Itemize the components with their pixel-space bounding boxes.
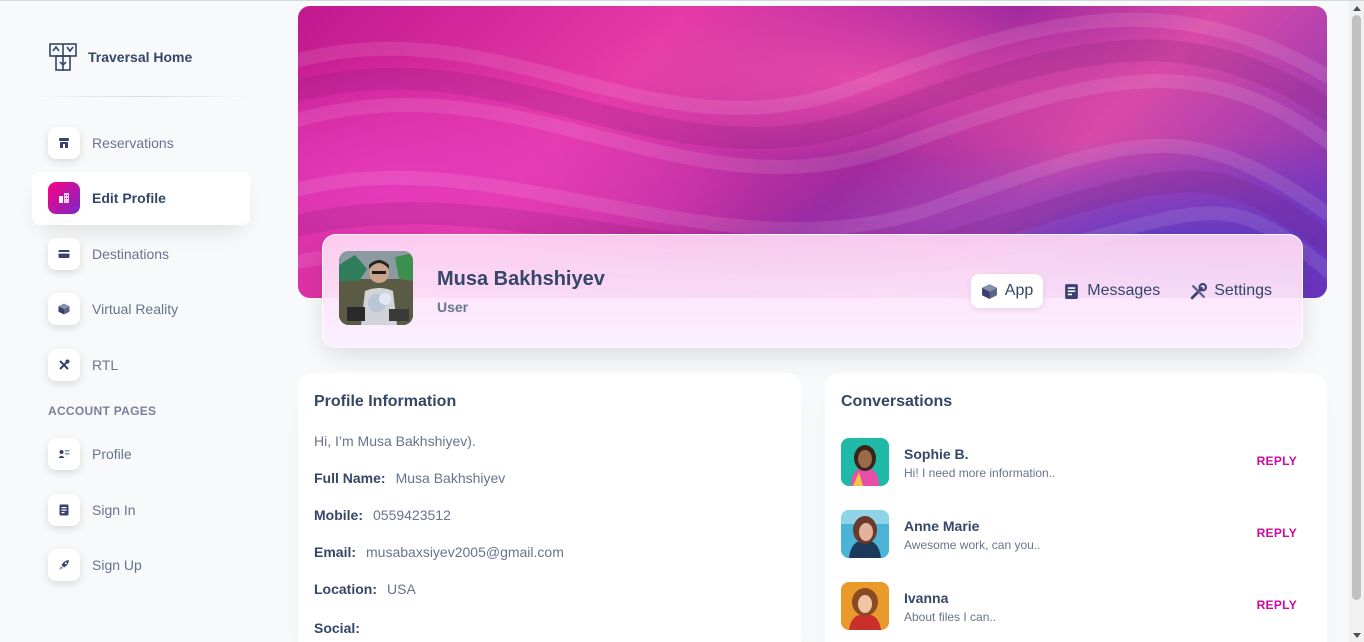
store-icon: [48, 126, 80, 159]
conversation-name: Anne Marie: [904, 518, 980, 534]
profile-information-card: Profile Information Hi, I’m Musa Bakhshi…: [298, 373, 801, 642]
sidebar-item-virtual-reality[interactable]: Virtual Reality: [32, 283, 250, 336]
reply-button[interactable]: REPLY: [1257, 526, 1297, 540]
sidebar-item-label: Virtual Reality: [92, 301, 179, 317]
info-value: 0559423512: [373, 507, 451, 523]
document-icon: [48, 493, 80, 526]
avatar: [841, 438, 889, 486]
sidebar-item-label: Reservations: [92, 134, 174, 151]
scroll-down-arrow-icon[interactable]: [1353, 633, 1361, 638]
info-key: Email:: [314, 544, 357, 560]
info-value: Musa Bakhshiyev: [395, 470, 506, 486]
user-card-icon: [48, 438, 80, 470]
list-item: Sophie B. Hi! I need more information.. …: [841, 438, 1311, 510]
tab-app[interactable]: App: [970, 274, 1044, 308]
conversation-name: Ivanna: [904, 590, 949, 606]
sidebar-nav: Reservations Edit Profile Destinations V…: [32, 116, 250, 594]
sidebar: Traversal Home Reservations Edit Profile…: [0, 1, 280, 642]
sidebar-item-label: Destinations: [92, 245, 170, 262]
info-row-email: Email: musabaxsiyev2005@gmail.com: [314, 544, 785, 581]
scroll-up-arrow-icon[interactable]: [1353, 6, 1361, 11]
list-item: Ivanna About files I can.. REPLY: [841, 582, 1311, 642]
sidebar-item-label: Sign In: [92, 501, 136, 518]
sidebar-section-title: ACCOUNT PAGES: [48, 403, 157, 418]
sidebar-item-edit-profile[interactable]: Edit Profile: [32, 171, 250, 225]
box-icon: [48, 293, 80, 325]
profile-header-card: Musa Bakhshiyev User App Messages Settin…: [322, 234, 1303, 348]
reply-button[interactable]: REPLY: [1257, 454, 1297, 468]
profile-tabs: App Messages Settings: [970, 274, 1282, 308]
home-logo-icon: [49, 43, 77, 71]
sidebar-item-reservations[interactable]: Reservations: [32, 116, 250, 169]
info-value: USA: [387, 581, 416, 597]
info-value: musabaxsiyev2005@gmail.com: [366, 544, 564, 560]
profile-intro: Hi, I’m Musa Bakhshiyev).: [314, 433, 476, 449]
avatar: [841, 582, 889, 630]
tab-messages[interactable]: Messages: [1053, 274, 1170, 308]
card-title: Conversations: [841, 393, 953, 410]
profile-info-body: Hi, I’m Musa Bakhshiyev). Full Name: Musa…: [314, 433, 785, 642]
user-name: Musa Bakhshiyev: [437, 268, 605, 290]
office-icon: [48, 182, 80, 214]
tab-label: App: [1004, 282, 1034, 299]
conversation-list: Sophie B. Hi! I need more information.. …: [841, 438, 1311, 642]
sidebar-item-sign-up[interactable]: Sign Up: [32, 539, 250, 592]
rocket-icon: [48, 549, 80, 581]
sidebar-item-label: Edit Profile: [92, 190, 166, 206]
conversation-message: About files I can..: [904, 610, 997, 624]
tab-label: Settings: [1214, 282, 1272, 299]
sidebar-item-destinations[interactable]: Destinations: [32, 227, 250, 280]
info-key: Mobile:: [314, 507, 363, 523]
document-icon: [1065, 283, 1079, 299]
conversation-message: Awesome work, can you..: [904, 538, 1041, 552]
info-row-location: Location: USA: [314, 581, 785, 618]
avatar: [841, 510, 889, 558]
tab-label: Messages: [1087, 282, 1161, 299]
brand[interactable]: Traversal Home: [48, 41, 192, 73]
user-role: User: [437, 299, 469, 315]
wrench-icon: [1190, 282, 1208, 299]
tools-icon: [48, 348, 80, 381]
info-row-full-name: Full Name: Musa Bakhshiyev: [314, 470, 785, 507]
cube-icon: [981, 283, 997, 299]
credit-card-icon: [48, 237, 80, 270]
brand-name: Traversal Home: [88, 49, 193, 65]
sidebar-item-profile[interactable]: Profile: [32, 428, 250, 481]
conversations-card: Conversations Sophie B. Hi! I need more …: [825, 373, 1327, 642]
info-row-social: Social:: [314, 618, 785, 642]
info-key: Full Name:: [314, 470, 386, 486]
conversation-name: Sophie B.: [904, 446, 969, 462]
scroll-thumb[interactable]: [1352, 15, 1361, 600]
info-key: Social:: [314, 620, 360, 636]
sidebar-item-label: Profile: [92, 446, 132, 462]
reply-button[interactable]: REPLY: [1257, 598, 1297, 612]
sidebar-item-rtl[interactable]: RTL: [32, 338, 250, 391]
conversation-message: Hi! I need more information..: [904, 466, 1056, 480]
list-item: Anne Marie Awesome work, can you.. REPLY: [841, 510, 1311, 582]
brand-divider: [30, 96, 252, 97]
tab-settings[interactable]: Settings: [1180, 274, 1282, 308]
profile-avatar: [339, 251, 413, 325]
info-row-mobile: Mobile: 0559423512: [314, 507, 785, 544]
sidebar-item-label: RTL: [92, 356, 119, 373]
page-scrollbar[interactable]: [1349, 1, 1364, 642]
sidebar-item-sign-in[interactable]: Sign In: [32, 483, 250, 536]
info-key: Location:: [314, 581, 377, 597]
card-title: Profile Information: [314, 393, 457, 410]
sidebar-item-label: Sign Up: [92, 557, 142, 573]
